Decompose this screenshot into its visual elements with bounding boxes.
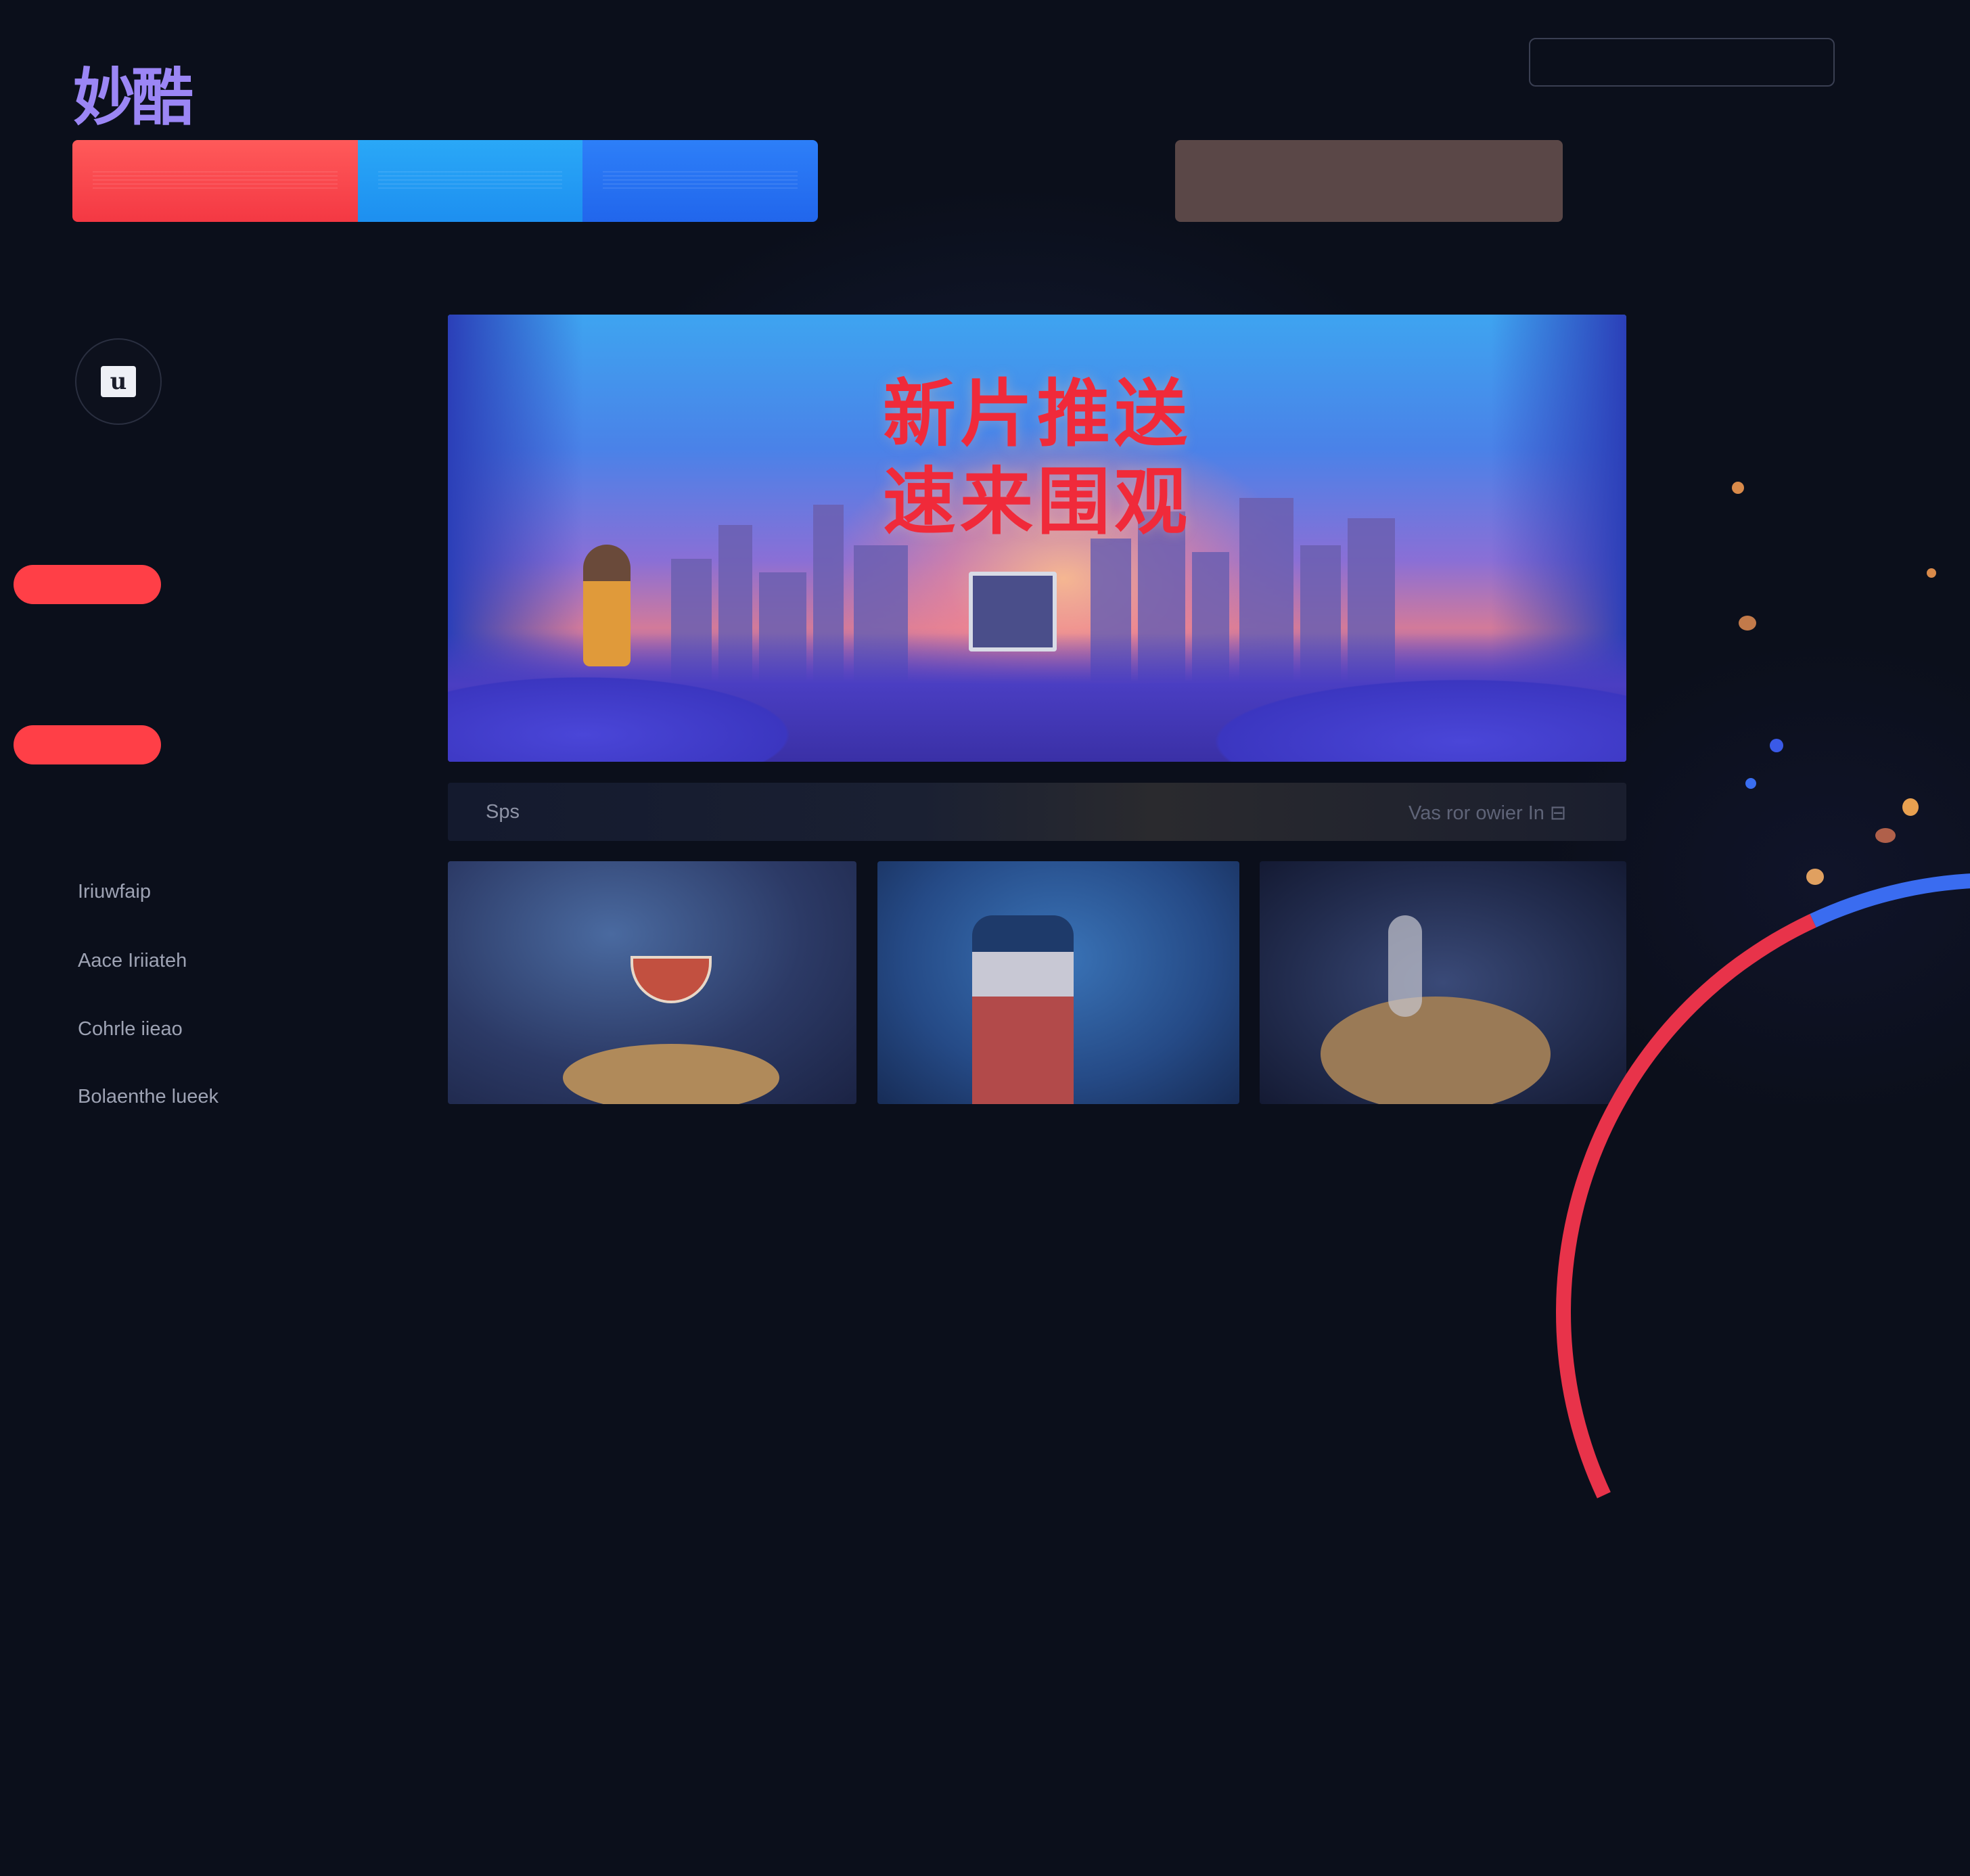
view-more-link[interactable]: Vas ror owier In ⊟ — [1408, 801, 1566, 825]
content-card-1[interactable] — [448, 861, 856, 1104]
profile-button[interactable]: u — [75, 338, 162, 425]
content-card-3[interactable] — [1260, 861, 1626, 1104]
banner-monitor — [969, 572, 1057, 651]
nav-segment-label — [93, 171, 338, 191]
sparkle — [1806, 869, 1824, 885]
sparkle — [1745, 778, 1756, 789]
sidebar-item-1[interactable]: Iriuwfaip — [78, 881, 151, 903]
sidebar-pill-button-1[interactable] — [14, 565, 161, 604]
nav-segment-2[interactable] — [358, 140, 582, 222]
card-3-object — [1388, 915, 1422, 1017]
sidebar-item-3[interactable]: Cohrle iieao — [78, 1018, 183, 1040]
search-input[interactable] — [1529, 38, 1835, 87]
banner-title-line-2: 速来围观 — [882, 460, 1191, 545]
sidebar-item-2[interactable]: Aace Iriiateh — [78, 950, 187, 972]
sparkle — [1927, 568, 1936, 578]
nav-segment-1[interactable] — [72, 140, 358, 222]
secondary-button[interactable] — [1175, 140, 1563, 222]
sparkle — [1875, 828, 1896, 843]
sidebar-item-4[interactable]: Bolaenthe lueek — [78, 1086, 219, 1108]
section-title: Sps — [486, 801, 520, 823]
nav-segment-label — [378, 171, 562, 191]
card-1-glass — [631, 956, 712, 1003]
logo[interactable]: 妙酷 — [73, 47, 193, 137]
card-1-table — [563, 1044, 779, 1104]
nav-segment-3[interactable] — [582, 140, 818, 222]
content-card-2[interactable] — [877, 861, 1239, 1104]
sparkle — [1739, 616, 1756, 631]
nav-segment-label — [603, 171, 798, 191]
banner-figure — [583, 545, 631, 666]
sparkle — [1770, 739, 1783, 752]
sparkle — [1732, 482, 1744, 494]
hero-banner[interactable]: 新片推送 速来围观 — [448, 315, 1626, 762]
card-2-bottle — [972, 915, 1074, 1104]
app-icon: u — [101, 366, 136, 397]
sidebar-pill-button-2[interactable] — [14, 725, 161, 764]
card-3-dish — [1321, 997, 1551, 1104]
sparkle — [1902, 798, 1919, 816]
